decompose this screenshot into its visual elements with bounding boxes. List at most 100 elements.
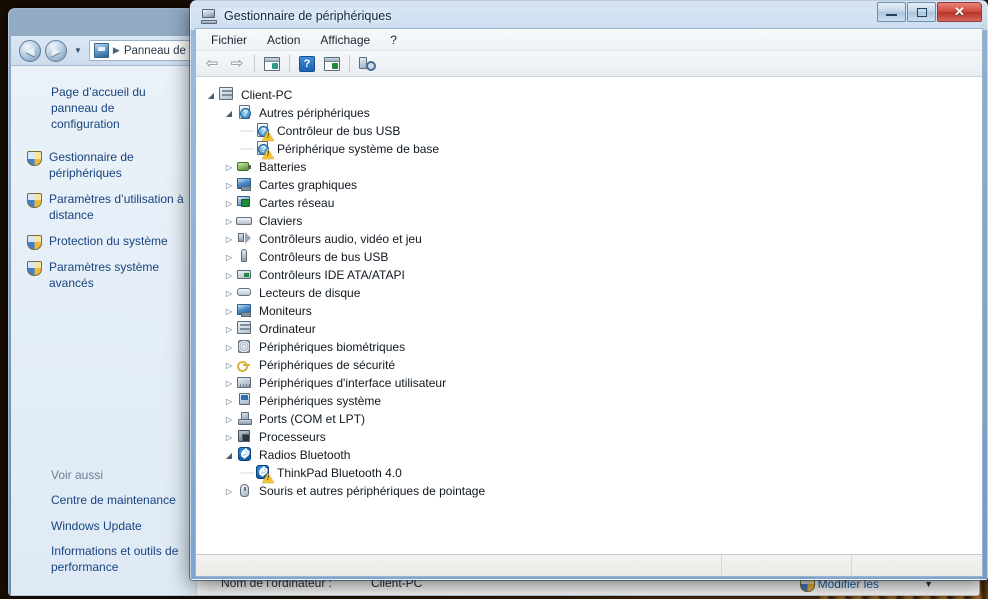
forward-button[interactable]: ▶ (45, 39, 67, 62)
expander-collapsed-icon[interactable]: ▷ (222, 379, 236, 388)
tree-node[interactable]: ▷ Périphériques biométriques (196, 338, 982, 356)
device-manager-icon (201, 8, 217, 24)
history-dropdown-icon[interactable]: ▼ (74, 46, 82, 55)
tree-node-label: Claviers (259, 214, 303, 228)
sidebar-home-link[interactable]: Page d’accueil du panneau de configurati… (11, 80, 196, 137)
tree-node[interactable]: ▷ Cartes réseau (196, 194, 982, 212)
expander-collapsed-icon[interactable]: ▷ (222, 487, 236, 496)
tree-node-label: Batteries (259, 160, 307, 174)
minimize-icon (886, 14, 897, 16)
tree-node[interactable]: ▷ Cartes graphiques (196, 176, 982, 194)
tree-node-label: Contrôleurs IDE ATA/ATAPI (259, 268, 405, 282)
menu-help[interactable]: ? (381, 30, 406, 50)
update-driver-button[interactable] (321, 53, 343, 74)
expander-collapsed-icon[interactable]: ▷ (222, 361, 236, 370)
see-also-performance-tools[interactable]: Informations et outils de performance (11, 539, 196, 581)
scan-hardware-changes-icon (358, 56, 376, 71)
expander-expanded-icon[interactable]: ◢ (222, 109, 236, 118)
warning-triangle-icon (262, 473, 274, 483)
menu-action[interactable]: Action (258, 30, 309, 50)
tree-node[interactable]: ▷ Contrôleurs IDE ATA/ATAPI (196, 266, 982, 284)
keyboard-icon (236, 213, 253, 229)
expander-expanded-icon[interactable]: ◢ (204, 91, 218, 100)
tree-node[interactable]: ◢฿ Radios Bluetooth (196, 446, 982, 464)
chevron-down-icon[interactable]: ▼ (924, 579, 933, 589)
expander-collapsed-icon[interactable]: ▷ (222, 433, 236, 442)
back-button[interactable]: ◀ (19, 39, 41, 62)
tree-node-label: Périphériques de sécurité (259, 358, 396, 372)
minimize-button[interactable] (877, 2, 906, 22)
forward-button[interactable]: ⇨ (226, 53, 248, 74)
expander-collapsed-icon[interactable]: ▷ (222, 271, 236, 280)
battery-icon (236, 159, 253, 175)
sidebar-item-system-protection[interactable]: Protection du système (11, 229, 196, 255)
expander-collapsed-icon[interactable]: ▷ (222, 289, 236, 298)
see-also-windows-update[interactable]: Windows Update (11, 514, 196, 540)
toolbar-separator (349, 55, 350, 72)
tree-node[interactable]: ▷ Batteries (196, 158, 982, 176)
window-controls[interactable]: ✕ (877, 2, 982, 22)
tree-node[interactable]: ▷ Ordinateur (196, 320, 982, 338)
tree-connector (240, 464, 254, 482)
tree-node[interactable]: ▷ Contrôleurs audio, vidéo et jeu (196, 230, 982, 248)
close-button[interactable]: ✕ (937, 2, 982, 22)
see-also-action-center[interactable]: Centre de maintenance (11, 488, 196, 514)
tree-node[interactable]: ▷ Processeurs (196, 428, 982, 446)
sidebar-item-label: Protection du système (49, 233, 168, 248)
breadcrumb-root[interactable]: Panneau de (124, 45, 186, 57)
expander-collapsed-icon[interactable]: ▷ (222, 253, 236, 262)
tree-node[interactable]: ?Contrôleur de bus USB (196, 122, 982, 141)
tree-node[interactable]: ?Périphérique système de base (196, 140, 982, 159)
sidebar-item-remote-settings[interactable]: Paramètres d’utilisation à distance (11, 187, 196, 229)
tree-node[interactable]: ◢? Autres périphériques (196, 104, 982, 122)
see-also-label: Windows Update (51, 518, 142, 533)
expander-collapsed-icon[interactable]: ▷ (222, 217, 236, 226)
maximize-button[interactable] (907, 2, 936, 22)
update-driver-icon (324, 56, 340, 71)
expander-collapsed-icon[interactable]: ▷ (222, 397, 236, 406)
sidebar-item-device-manager[interactable]: Gestionnaire de périphériques (11, 145, 196, 187)
tree-node-label: Périphériques biométriques (259, 340, 406, 354)
expander-collapsed-icon[interactable]: ▷ (222, 235, 236, 244)
expander-collapsed-icon[interactable]: ▷ (222, 181, 236, 190)
expander-collapsed-icon[interactable]: ▷ (222, 199, 236, 208)
tree-node-label: Ports (COM et LPT) (259, 412, 366, 426)
chevron-right-icon: ▶ (112, 45, 120, 55)
tree-node[interactable]: ▷ Ports (COM et LPT) (196, 410, 982, 428)
expander-collapsed-icon[interactable]: ▷ (222, 343, 236, 352)
toolbar[interactable]: ⇦ ⇨ ? (196, 51, 982, 77)
sidebar-item-advanced-settings[interactable]: Paramètres système avancés (11, 255, 196, 297)
sidebar-item-label: Gestionnaire de périphériques (49, 150, 134, 181)
tree-node[interactable]: ▷ Périphériques de sécurité (196, 356, 982, 374)
uac-shield-icon (27, 260, 42, 276)
expander-collapsed-icon[interactable]: ▷ (222, 307, 236, 316)
device-tree[interactable]: ◢Client-PC◢?Autres périphériques?Contrôl… (196, 77, 982, 554)
help-icon: ? (299, 55, 315, 72)
back-button[interactable]: ⇦ (201, 53, 223, 74)
scan-hardware-changes-button[interactable] (356, 53, 378, 74)
expander-collapsed-icon[interactable]: ▷ (222, 415, 236, 424)
expander-expanded-icon[interactable]: ◢ (222, 451, 236, 460)
help-button[interactable]: ? (296, 53, 318, 74)
device-manager-window[interactable]: Gestionnaire de périphériques ✕ Fichier … (190, 0, 988, 580)
tree-node[interactable]: ฿ThinkPad Bluetooth 4.0 (196, 464, 982, 483)
tree-node[interactable]: ▷ Souris et autres périphériques de point… (196, 482, 982, 500)
see-also-label: Centre de maintenance (51, 492, 176, 507)
tree-node[interactable]: ▷ Contrôleurs de bus USB (196, 248, 982, 266)
tree-node[interactable]: ▷ Périphériques système (196, 392, 982, 410)
expander-collapsed-icon[interactable]: ▷ (222, 163, 236, 172)
menu-fichier[interactable]: Fichier (202, 30, 256, 50)
expander-collapsed-icon[interactable]: ▷ (222, 325, 236, 334)
tree-node[interactable]: ▷ Claviers (196, 212, 982, 230)
see-also-section: Voir aussi Centre de maintenance Windows… (11, 468, 196, 581)
menu-affichage[interactable]: Affichage (311, 30, 379, 50)
unknown-device-icon: ? (254, 141, 274, 159)
tree-node[interactable]: ▷ Périphériques d'interface utilisateur (196, 374, 982, 392)
unknown-device-icon: ? (254, 123, 274, 141)
tree-node[interactable]: ◢ Client-PC (196, 86, 982, 104)
menu-bar[interactable]: Fichier Action Affichage ? (196, 29, 982, 51)
tree-node[interactable]: ▷ Lecteurs de disque (196, 284, 982, 302)
tree-node[interactable]: ▷ Moniteurs (196, 302, 982, 320)
device-manager-titlebar[interactable]: Gestionnaire de périphériques ✕ (195, 2, 983, 28)
properties-button[interactable] (261, 53, 283, 74)
